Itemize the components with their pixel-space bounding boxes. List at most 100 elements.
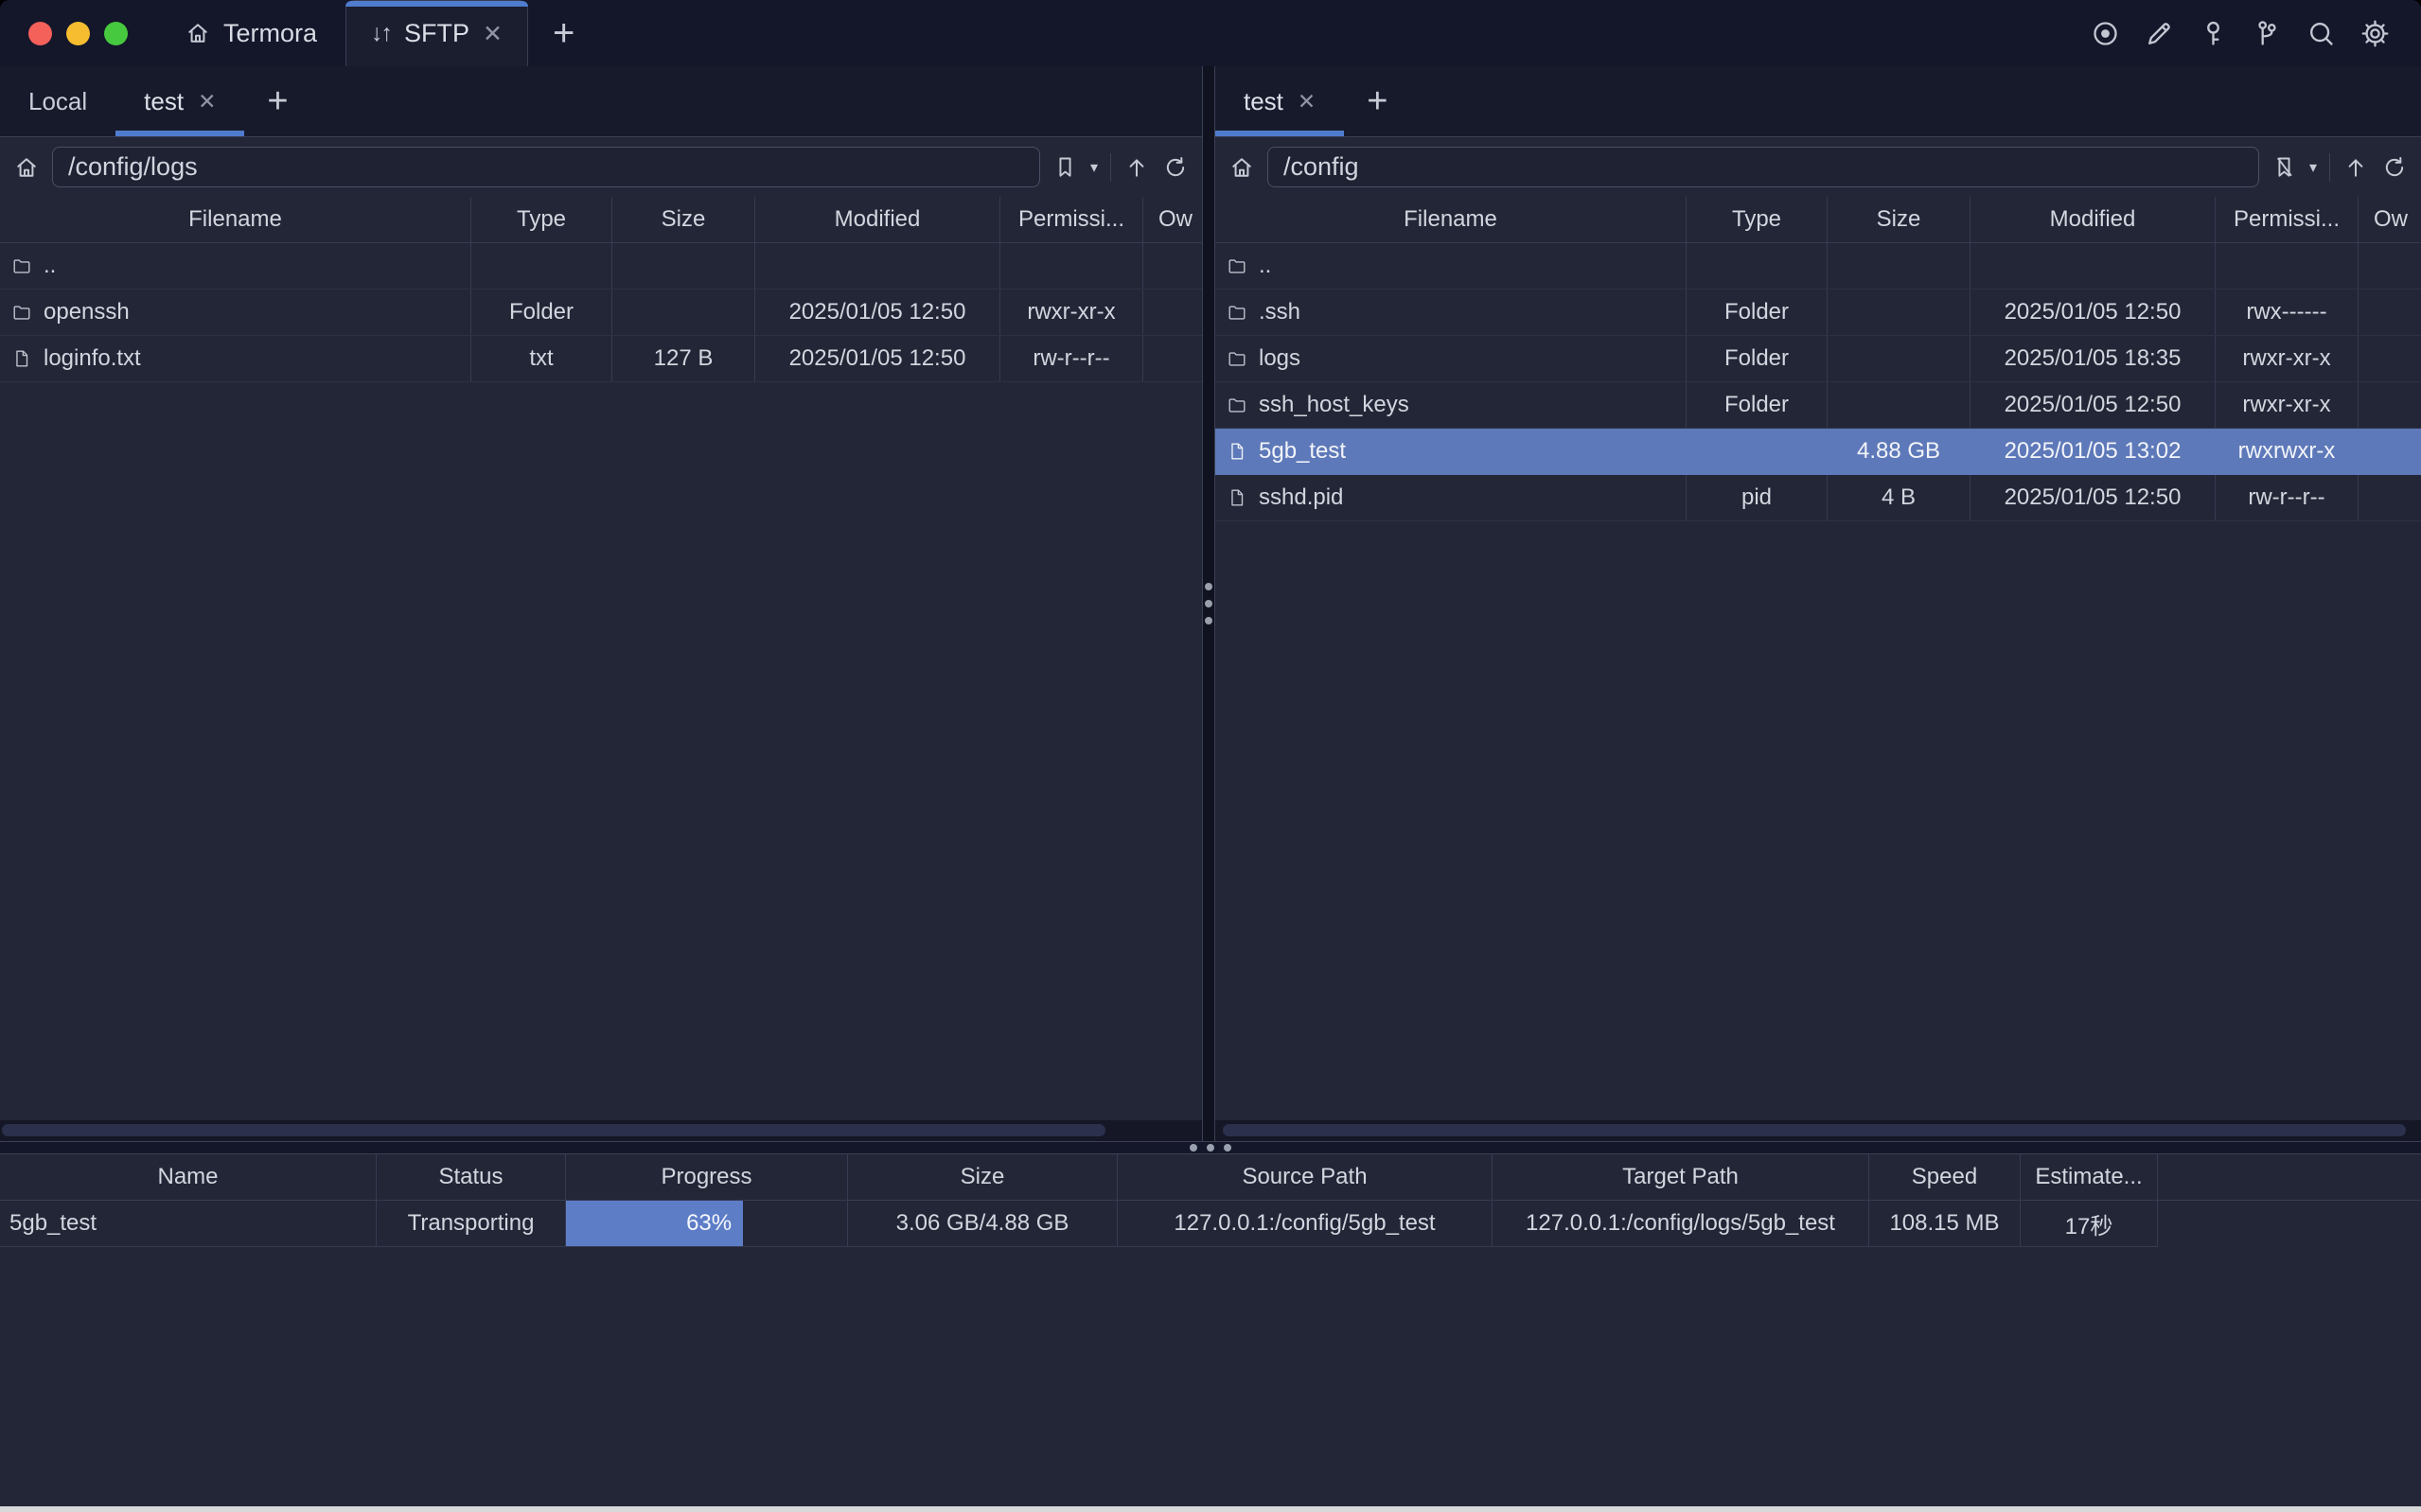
- vertical-splitter[interactable]: [1202, 66, 1215, 1141]
- transfer-column-header-speed[interactable]: Speed: [1869, 1154, 2021, 1200]
- file-cell-owner: [1143, 336, 1202, 381]
- up-directory-icon[interactable]: [2342, 154, 2369, 181]
- transfer-column-header-sourcepath[interactable]: Source Path: [1118, 1154, 1493, 1200]
- horizontal-splitter[interactable]: [0, 1141, 2421, 1154]
- path-input[interactable]: [52, 147, 1040, 187]
- new-tab-button[interactable]: +: [528, 0, 599, 66]
- transfer-cell-progress-label: 63%: [566, 1201, 848, 1247]
- home-icon[interactable]: [1228, 154, 1255, 181]
- keychain-icon[interactable]: [2252, 18, 2283, 49]
- file-row[interactable]: opensshFolder2025/01/05 12:50rwxr-xr-x: [0, 290, 1202, 336]
- file-row[interactable]: ..: [1215, 243, 2421, 290]
- filename-label: loginfo.txt: [44, 345, 141, 372]
- file-cell-owner: [2359, 336, 2421, 381]
- refresh-icon[interactable]: [2381, 154, 2408, 181]
- right-scrollbar-thumb[interactable]: [1223, 1124, 2406, 1136]
- settings-icon[interactable]: [2359, 18, 2391, 49]
- file-cell-size: [1828, 382, 1970, 428]
- column-header-permissi[interactable]: Permissi...: [1000, 197, 1143, 242]
- file-table-header: FilenameTypeSizeModifiedPermissi...Ow: [0, 197, 1202, 243]
- file-icon: [1227, 487, 1247, 508]
- transfer-column-header-size[interactable]: Size: [848, 1154, 1118, 1200]
- new-pane-tab-button[interactable]: +: [1350, 81, 1405, 122]
- file-row[interactable]: ..: [0, 243, 1202, 290]
- tab-termora[interactable]: Termora: [156, 0, 345, 66]
- file-cell-type: Folder: [1687, 382, 1828, 428]
- column-header-permissi[interactable]: Permissi...: [2216, 197, 2359, 242]
- file-row[interactable]: loginfo.txttxt127 B2025/01/05 12:50rw-r-…: [0, 336, 1202, 382]
- column-header-ow[interactable]: Ow: [1143, 197, 1202, 242]
- file-cell-name: logs: [1215, 336, 1687, 381]
- folder-icon: [1227, 395, 1247, 415]
- key-icon[interactable]: [2198, 18, 2229, 49]
- tab-sftp[interactable]: ↓↑ SFTP ✕: [345, 0, 528, 66]
- file-row[interactable]: 5gb_test4.88 GB2025/01/05 13:02rwxrwxr-x: [1215, 429, 2421, 475]
- edit-icon[interactable]: [2144, 18, 2175, 49]
- left-scrollbar-track: [0, 1120, 1202, 1141]
- close-window-button[interactable]: [28, 22, 52, 45]
- chevron-down-icon[interactable]: ▾: [2309, 158, 2317, 177]
- transfer-row[interactable]: 5gb_testTransporting63%3.06 GB/4.88 GB12…: [0, 1201, 2421, 1247]
- file-cell-permissions: rwx------: [2216, 290, 2359, 335]
- right-file-table: FilenameTypeSizeModifiedPermissi...Ow...…: [1215, 197, 2421, 1120]
- new-pane-tab-button[interactable]: +: [250, 81, 305, 122]
- column-header-modified[interactable]: Modified: [755, 197, 1000, 242]
- file-cell-permissions: rw-r--r--: [1000, 336, 1143, 381]
- search-icon[interactable]: [2306, 18, 2337, 49]
- file-cell-modified: 2025/01/05 12:50: [1970, 290, 2216, 335]
- column-header-filename[interactable]: Filename: [1215, 197, 1687, 242]
- file-row[interactable]: ssh_host_keysFolder2025/01/05 12:50rwxr-…: [1215, 382, 2421, 429]
- folder-icon: [1227, 255, 1247, 276]
- column-header-type[interactable]: Type: [1687, 197, 1828, 242]
- column-header-size[interactable]: Size: [612, 197, 755, 242]
- file-cell-modified: 2025/01/05 12:50: [1970, 475, 2216, 520]
- close-tab-icon[interactable]: ✕: [198, 89, 216, 114]
- column-header-type[interactable]: Type: [471, 197, 612, 242]
- transfer-column-header-name[interactable]: Name: [0, 1154, 377, 1200]
- filename-label: ssh_host_keys: [1259, 392, 1409, 418]
- bookmark-icon[interactable]: [1052, 154, 1078, 180]
- window-bottom-edge: [0, 1506, 2421, 1512]
- file-cell-owner: [2359, 475, 2421, 520]
- file-cell-type: [1687, 429, 1828, 474]
- filename-label: logs: [1259, 345, 1300, 372]
- transfer-column-header-progress[interactable]: Progress: [566, 1154, 848, 1200]
- close-tab-icon[interactable]: ✕: [1298, 89, 1316, 114]
- zoom-window-button[interactable]: [104, 22, 128, 45]
- file-cell-modified: [1970, 243, 2216, 289]
- column-header-modified[interactable]: Modified: [1970, 197, 2216, 242]
- record-icon[interactable]: [2090, 18, 2121, 49]
- file-row[interactable]: sshd.pidpid4 B2025/01/05 12:50rw-r--r--: [1215, 475, 2421, 521]
- bookmark-slash-icon[interactable]: [2271, 154, 2297, 180]
- file-cell-modified: [755, 243, 1000, 289]
- path-input[interactable]: [1267, 147, 2259, 187]
- file-cell-owner: [2359, 243, 2421, 289]
- column-header-ow[interactable]: Ow: [2359, 197, 2421, 242]
- pane-tab-label: Local: [28, 87, 87, 116]
- pane-tab-label: test: [1244, 87, 1283, 116]
- transfer-column-header-targetpath[interactable]: Target Path: [1493, 1154, 1869, 1200]
- transfer-column-header-status[interactable]: Status: [377, 1154, 566, 1200]
- file-cell-size: [1828, 290, 1970, 335]
- file-cell-owner: [1143, 290, 1202, 335]
- minimize-window-button[interactable]: [66, 22, 90, 45]
- pane-tab-Local[interactable]: Local: [0, 66, 115, 136]
- home-icon[interactable]: [13, 154, 40, 181]
- file-row[interactable]: .sshFolder2025/01/05 12:50rwx------: [1215, 290, 2421, 336]
- close-icon[interactable]: ✕: [483, 20, 503, 48]
- left-scrollbar-thumb[interactable]: [2, 1124, 1105, 1136]
- file-cell-type: pid: [1687, 475, 1828, 520]
- column-header-filename[interactable]: Filename: [0, 197, 471, 242]
- transfer-cell-size: 3.06 GB/4.88 GB: [848, 1201, 1118, 1247]
- up-directory-icon[interactable]: [1123, 154, 1150, 181]
- refresh-icon[interactable]: [1162, 154, 1189, 181]
- pane-tab-test[interactable]: test✕: [115, 66, 244, 136]
- pane-tab-test[interactable]: test ✕: [1215, 66, 1344, 136]
- column-header-size[interactable]: Size: [1828, 197, 1970, 242]
- right-pane-tabs: test ✕ +: [1215, 66, 2421, 137]
- transfer-column-header-estimate[interactable]: Estimate...: [2021, 1154, 2158, 1200]
- chevron-down-icon[interactable]: ▾: [1090, 158, 1098, 177]
- file-row[interactable]: logsFolder2025/01/05 18:35rwxr-xr-x: [1215, 336, 2421, 382]
- file-cell-modified: 2025/01/05 12:50: [1970, 382, 2216, 428]
- file-cell-name: ssh_host_keys: [1215, 382, 1687, 428]
